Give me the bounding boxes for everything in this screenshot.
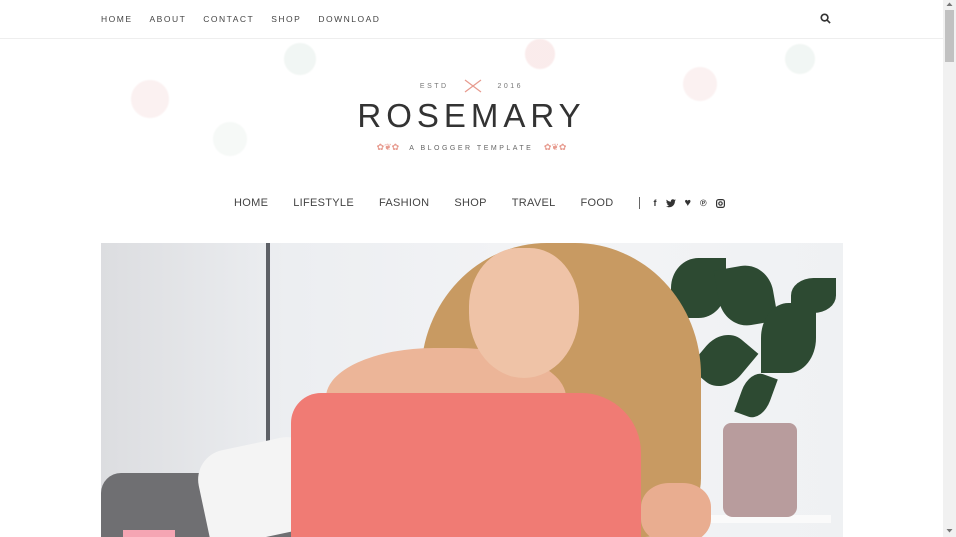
- facebook-icon[interactable]: f: [654, 198, 657, 208]
- instagram-icon[interactable]: [715, 198, 725, 208]
- main-nav-travel[interactable]: TRAVEL: [512, 197, 556, 209]
- top-nav: HOME ABOUT CONTACT SHOP DOWNLOAD: [101, 14, 397, 24]
- right-ornament-icon: ✿❦✿: [543, 142, 567, 152]
- plant-leaf: [761, 303, 816, 373]
- plant-leaf: [791, 278, 836, 313]
- social-links: f ♥ ℗: [654, 197, 725, 209]
- pinterest-icon[interactable]: ℗: [700, 198, 707, 208]
- main-nav-food[interactable]: FOOD: [581, 197, 614, 209]
- estd-label: ESTD: [419, 82, 449, 90]
- heart-icon[interactable]: ♥: [685, 197, 692, 209]
- crossed-arrows-icon: [464, 79, 482, 93]
- main-nav-home[interactable]: HOME: [234, 197, 268, 209]
- twitter-icon[interactable]: [665, 198, 676, 208]
- search-icon[interactable]: [820, 13, 831, 24]
- featured-post-image[interactable]: [101, 243, 843, 537]
- site-tagline: ✿❦✿ A BLOGGER TEMPLATE ✿❦✿: [0, 142, 943, 153]
- left-ornament-icon: ✿❦✿: [376, 142, 400, 152]
- top-nav-about[interactable]: ABOUT: [150, 14, 187, 24]
- main-nav-lifestyle[interactable]: LIFESTYLE: [293, 197, 354, 209]
- site-logo[interactable]: ROSEMARY: [0, 97, 943, 135]
- main-nav-fashion[interactable]: FASHION: [379, 197, 429, 209]
- nav-divider: [638, 197, 640, 209]
- top-nav-download[interactable]: DOWNLOAD: [318, 14, 380, 24]
- scrollbar[interactable]: [943, 0, 956, 537]
- main-nav: HOME LIFESTYLE FASHION SHOP TRAVEL FOOD …: [234, 197, 725, 209]
- established-line: ESTD 2016: [0, 79, 943, 93]
- top-bar: HOME ABOUT CONTACT SHOP DOWNLOAD: [0, 0, 943, 39]
- tagline-text: A BLOGGER TEMPLATE: [409, 145, 534, 152]
- person-dress: [291, 393, 641, 537]
- blog-header: ESTD 2016 ROSEMARY ✿❦✿ A BLOGGER TEMPLAT…: [0, 39, 943, 189]
- estd-year: 2016: [497, 82, 524, 90]
- top-nav-home[interactable]: HOME: [101, 14, 133, 24]
- top-nav-contact[interactable]: CONTACT: [203, 14, 254, 24]
- main-nav-shop[interactable]: SHOP: [454, 197, 486, 209]
- person-face: [469, 248, 579, 378]
- top-nav-shop[interactable]: SHOP: [271, 14, 301, 24]
- category-badge[interactable]: [123, 530, 175, 537]
- person-arm: [641, 483, 711, 537]
- plant-pot: [723, 423, 797, 517]
- background-pole: [266, 243, 270, 463]
